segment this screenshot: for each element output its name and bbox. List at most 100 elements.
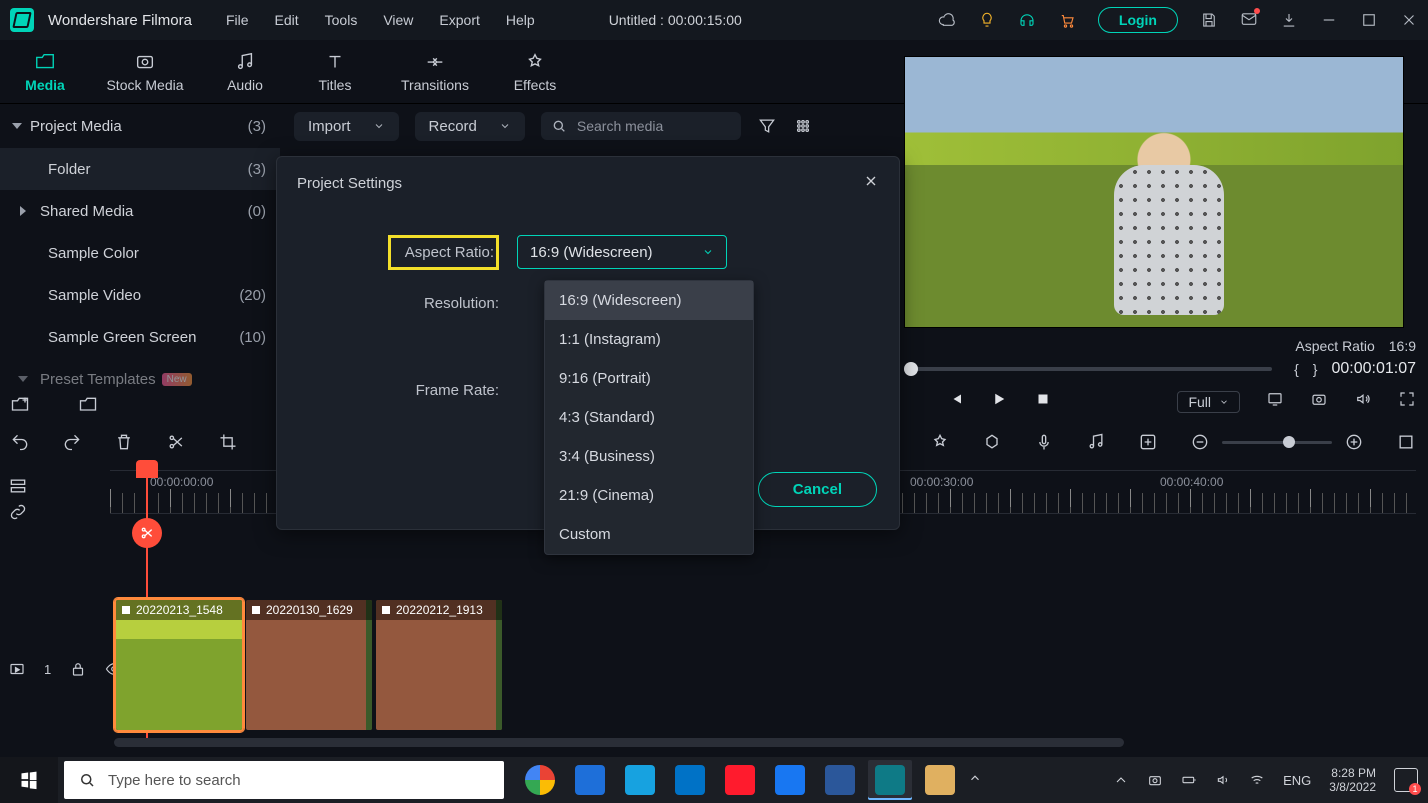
split-at-playhead-icon[interactable] bbox=[132, 518, 162, 548]
record-dropdown[interactable]: Record bbox=[415, 112, 525, 141]
link-icon[interactable] bbox=[8, 502, 28, 522]
filter-icon[interactable] bbox=[757, 116, 777, 136]
tab-stock-media[interactable]: Stock Media bbox=[90, 51, 200, 103]
taskbar-app[interactable] bbox=[768, 760, 812, 800]
voice-icon[interactable] bbox=[1034, 432, 1054, 452]
start-button[interactable] bbox=[0, 757, 58, 803]
menu-help[interactable]: Help bbox=[506, 12, 535, 28]
headset-icon[interactable] bbox=[1018, 11, 1036, 29]
save-icon[interactable] bbox=[1200, 11, 1218, 29]
taskbar-app[interactable] bbox=[668, 760, 712, 800]
redo-icon[interactable] bbox=[62, 432, 82, 452]
camera-tray-icon[interactable] bbox=[1147, 772, 1163, 788]
grid-view-icon[interactable] bbox=[793, 116, 813, 136]
timeline-layers-icon[interactable] bbox=[8, 476, 28, 496]
timeline-scrollbar[interactable] bbox=[114, 738, 1124, 747]
sidebar-item-green-screen[interactable]: Sample Green Screen(10) bbox=[0, 316, 280, 358]
tray-chevron-icon[interactable] bbox=[1113, 772, 1129, 788]
taskbar-overflow-icon[interactable] bbox=[968, 771, 982, 790]
undo-icon[interactable] bbox=[10, 432, 30, 452]
taskbar-app[interactable] bbox=[718, 760, 762, 800]
taskbar-app[interactable] bbox=[918, 760, 962, 800]
cancel-button[interactable]: Cancel bbox=[758, 472, 877, 507]
idea-icon[interactable] bbox=[978, 11, 996, 29]
menu-edit[interactable]: Edit bbox=[275, 12, 299, 28]
sidebar-item-sample-color[interactable]: Sample Color bbox=[0, 232, 280, 274]
minimize-button[interactable] bbox=[1320, 11, 1338, 29]
brace-right[interactable]: } bbox=[1313, 361, 1318, 377]
option-1-1[interactable]: 1:1 (Instagram) bbox=[545, 320, 753, 359]
taskbar-app[interactable] bbox=[518, 760, 562, 800]
split-icon[interactable] bbox=[166, 432, 186, 452]
language-indicator[interactable]: ENG bbox=[1283, 773, 1311, 788]
crop-icon[interactable] bbox=[218, 432, 238, 452]
dialog-close-button[interactable] bbox=[863, 173, 879, 193]
tab-audio[interactable]: Audio bbox=[200, 51, 290, 103]
new-folder-icon[interactable] bbox=[10, 395, 30, 415]
keyframe-icon[interactable] bbox=[1138, 432, 1158, 452]
cart-icon[interactable] bbox=[1058, 11, 1076, 29]
option-custom[interactable]: Custom bbox=[545, 515, 753, 554]
tab-transitions[interactable]: Transitions bbox=[380, 51, 490, 103]
sidebar-project-media[interactable]: Project Media (3) bbox=[0, 104, 280, 148]
taskbar-app[interactable] bbox=[568, 760, 612, 800]
zoom-fit-icon[interactable] bbox=[1396, 432, 1416, 452]
option-16-9[interactable]: 16:9 (Widescreen) bbox=[545, 281, 753, 320]
folder-icon[interactable] bbox=[78, 395, 98, 415]
snapshot-icon[interactable] bbox=[1310, 390, 1328, 413]
download-icon[interactable] bbox=[1280, 11, 1298, 29]
screen-icon[interactable] bbox=[1266, 390, 1284, 413]
music-icon[interactable] bbox=[1086, 432, 1106, 452]
step-back-button[interactable] bbox=[946, 390, 964, 413]
wifi-icon[interactable] bbox=[1249, 772, 1265, 788]
login-button[interactable]: Login bbox=[1098, 7, 1178, 33]
taskbar-app[interactable] bbox=[818, 760, 862, 800]
track-video-icon[interactable] bbox=[8, 660, 26, 678]
lock-icon[interactable] bbox=[69, 660, 87, 678]
menu-file[interactable]: File bbox=[226, 12, 249, 28]
maximize-button[interactable] bbox=[1360, 11, 1378, 29]
aspect-ratio-dropdown[interactable]: 16:9 (Widescreen) bbox=[517, 235, 727, 269]
volume-icon[interactable] bbox=[1354, 390, 1372, 413]
menu-view[interactable]: View bbox=[383, 12, 413, 28]
clip[interactable]: 20220130_1629 bbox=[244, 598, 374, 732]
delete-icon[interactable] bbox=[114, 432, 134, 452]
zoom-in-icon[interactable] bbox=[1344, 432, 1364, 452]
taskbar-app[interactable] bbox=[618, 760, 662, 800]
close-button[interactable] bbox=[1400, 11, 1418, 29]
tab-titles[interactable]: Titles bbox=[290, 51, 380, 103]
mail-icon[interactable] bbox=[1240, 10, 1258, 31]
action-center-icon[interactable] bbox=[1394, 768, 1418, 792]
marker-icon[interactable] bbox=[982, 432, 1002, 452]
menu-tools[interactable]: Tools bbox=[325, 12, 358, 28]
import-dropdown[interactable]: Import bbox=[294, 112, 399, 141]
tab-media[interactable]: Media bbox=[0, 51, 90, 103]
stop-button[interactable] bbox=[1034, 390, 1052, 413]
search-media-input[interactable]: Search media bbox=[541, 112, 741, 140]
taskbar-search[interactable]: Type here to search bbox=[64, 761, 504, 799]
clip[interactable]: 20220213_1548 bbox=[114, 598, 244, 732]
taskbar-app[interactable] bbox=[868, 760, 912, 800]
sidebar-item-folder[interactable]: Folder(3) bbox=[0, 148, 280, 190]
seek-bar[interactable] bbox=[904, 367, 1272, 371]
quality-dropdown[interactable]: Full bbox=[1177, 391, 1240, 413]
option-9-16[interactable]: 9:16 (Portrait) bbox=[545, 359, 753, 398]
tab-effects[interactable]: Effects bbox=[490, 51, 580, 103]
effects-icon[interactable] bbox=[930, 432, 950, 452]
zoom-slider[interactable] bbox=[1222, 441, 1332, 444]
option-4-3[interactable]: 4:3 (Standard) bbox=[545, 398, 753, 437]
zoom-out-icon[interactable] bbox=[1190, 432, 1210, 452]
battery-icon[interactable] bbox=[1181, 772, 1197, 788]
play-button[interactable] bbox=[990, 390, 1008, 413]
clock[interactable]: 8:28 PM3/8/2022 bbox=[1329, 766, 1376, 795]
sound-tray-icon[interactable] bbox=[1215, 772, 1231, 788]
sidebar-item-sample-video[interactable]: Sample Video(20) bbox=[0, 274, 280, 316]
option-21-9[interactable]: 21:9 (Cinema) bbox=[545, 476, 753, 515]
fullscreen-icon[interactable] bbox=[1398, 390, 1416, 413]
option-3-4[interactable]: 3:4 (Business) bbox=[545, 437, 753, 476]
clip[interactable]: 20220212_1913 bbox=[374, 598, 504, 732]
cloud-icon[interactable] bbox=[938, 11, 956, 29]
sidebar-item-shared[interactable]: Shared Media(0) bbox=[0, 190, 280, 232]
brace-left[interactable]: { bbox=[1294, 361, 1299, 377]
menu-export[interactable]: Export bbox=[439, 12, 479, 28]
